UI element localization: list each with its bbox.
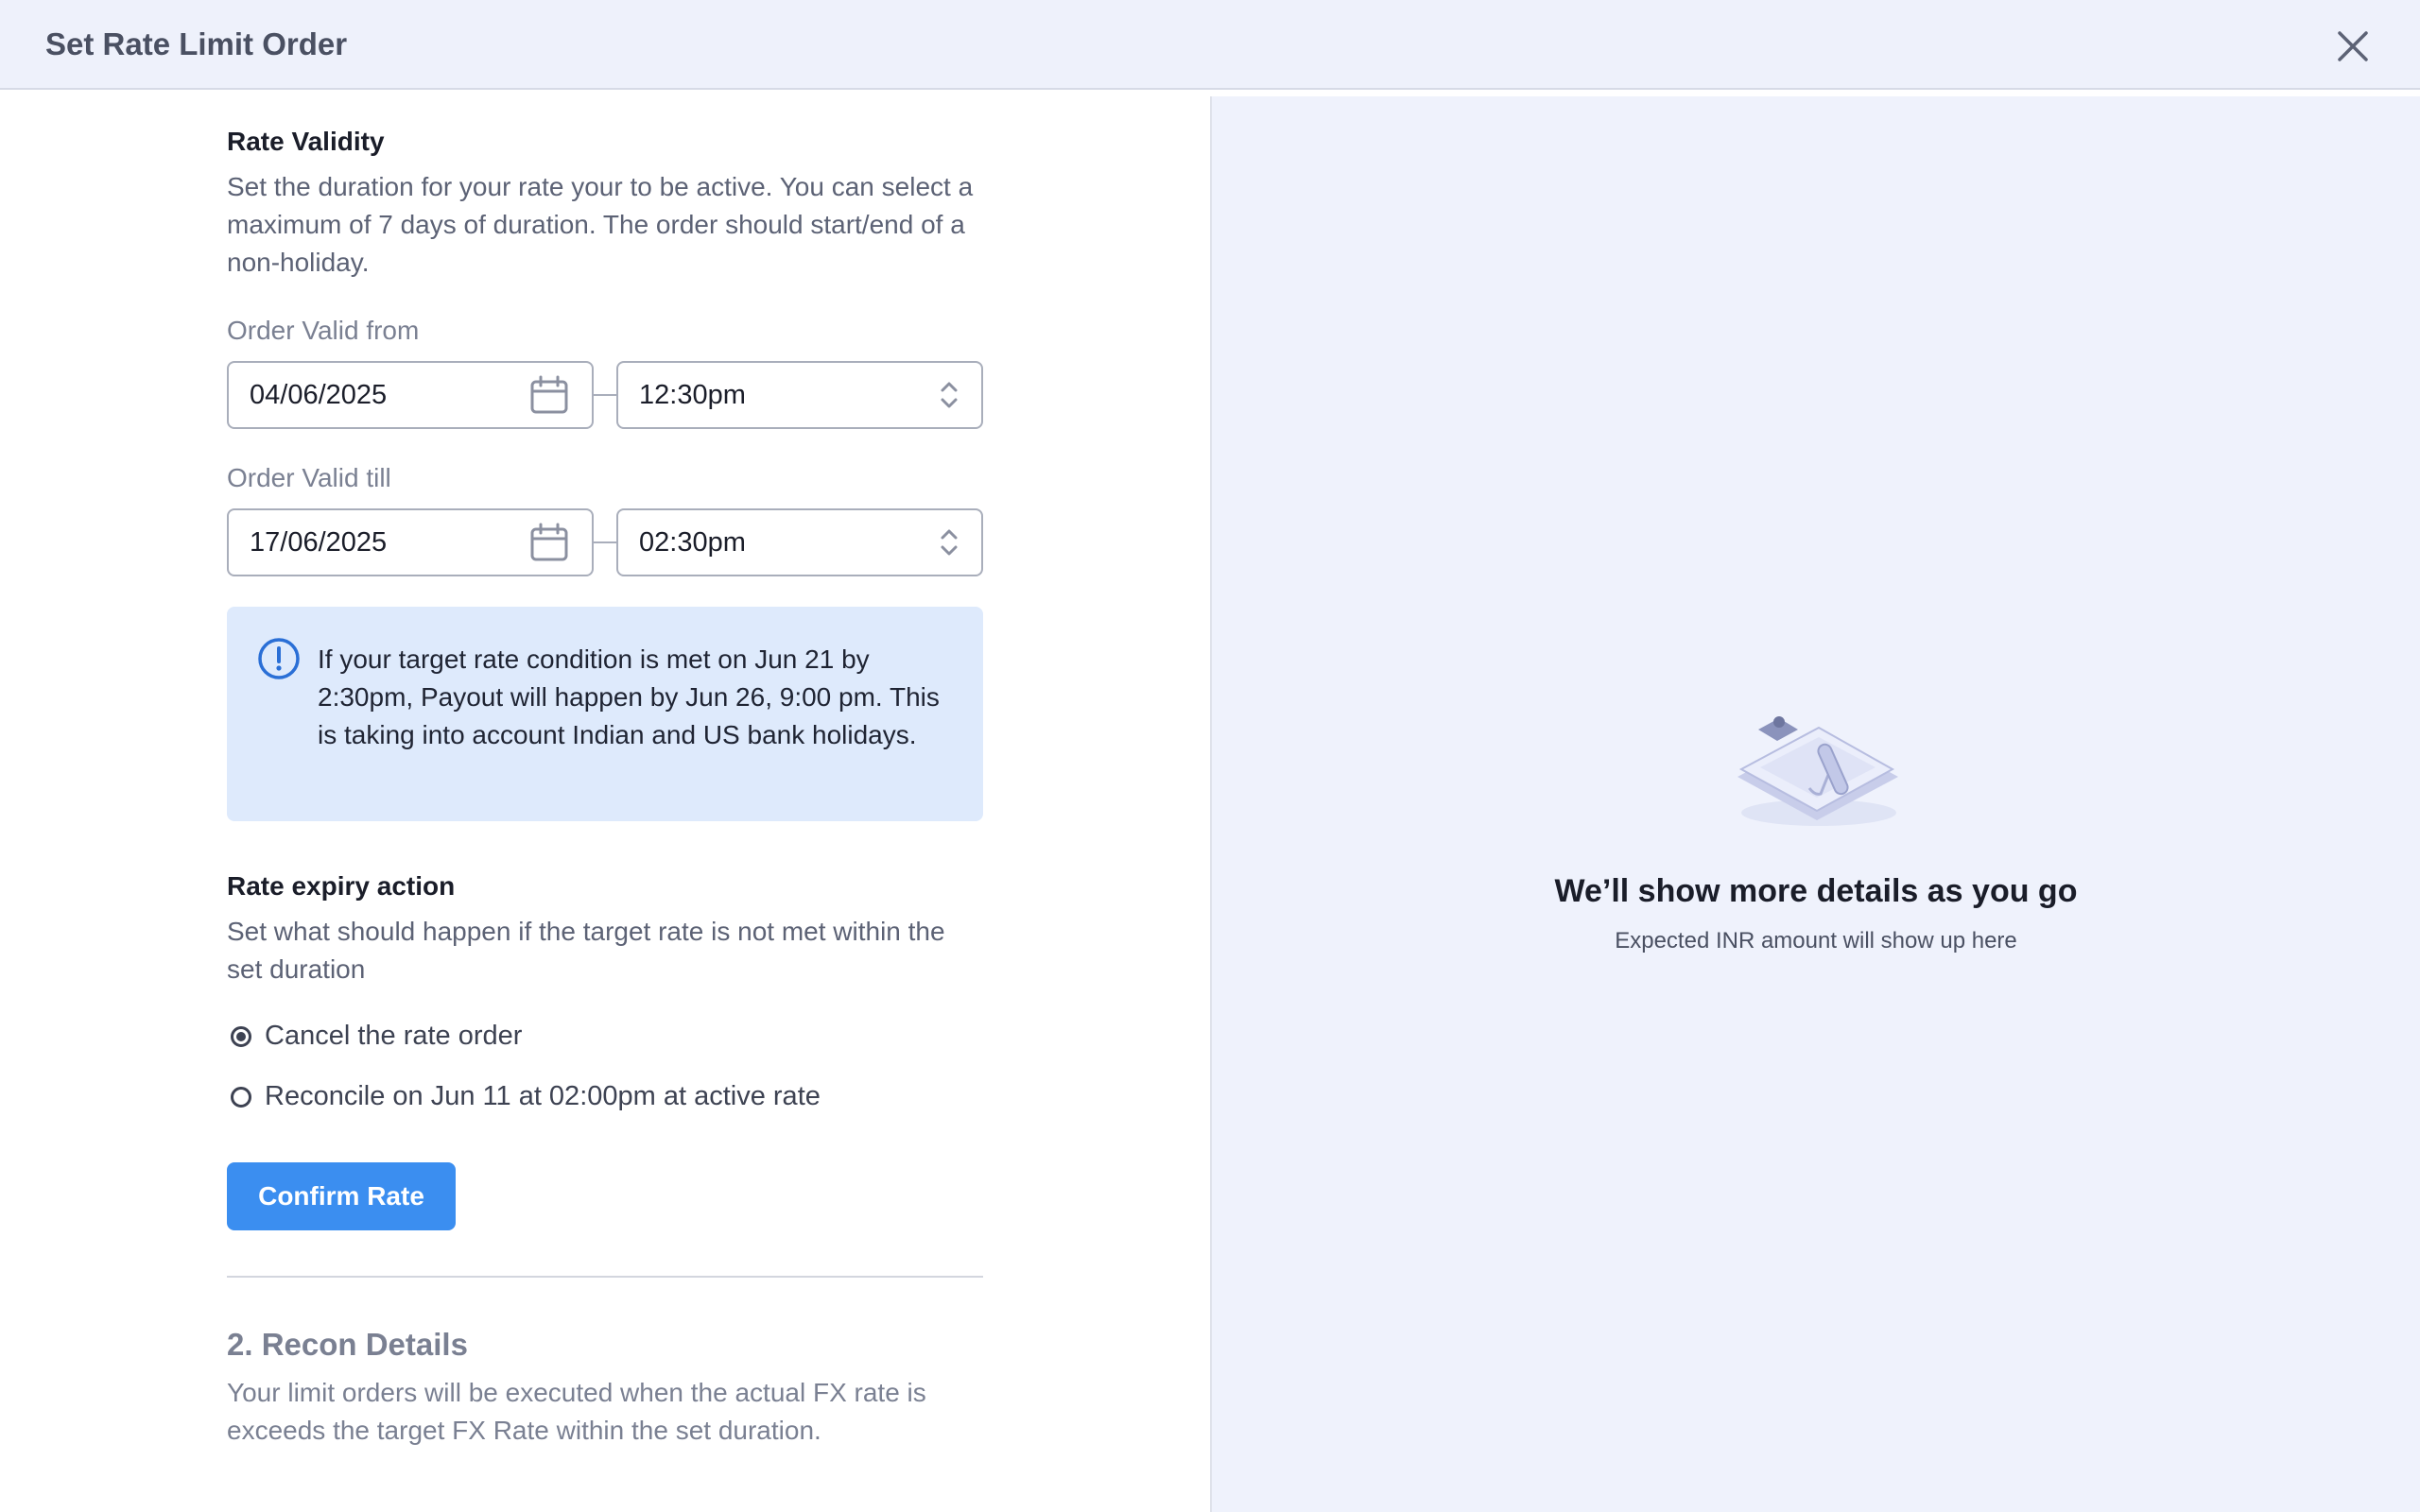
clipboard-illustration-icon xyxy=(1737,716,1898,826)
recon-details-description: Your limit orders will be executed when … xyxy=(227,1378,926,1445)
rate-validity-description: Set the duration for your rate your to b… xyxy=(227,172,974,277)
empty-state-title: We’ll show more details as you go xyxy=(1554,873,2078,909)
details-preview-pane: We’ll show more details as you go Expect… xyxy=(1212,96,2420,1512)
rate-expiry-description: Set what should happen if the target rat… xyxy=(227,917,945,984)
valid-from-time-value: 12:30pm xyxy=(639,379,746,410)
valid-from-date-value: 04/06/2025 xyxy=(250,379,388,410)
page-title: Set Rate Limit Order xyxy=(45,26,348,61)
valid-till-time-value: 02:30pm xyxy=(639,526,746,558)
valid-till-label: Order Valid till xyxy=(227,463,391,492)
section-divider xyxy=(227,1276,983,1278)
empty-state-subtitle: Expected INR amount will show up here xyxy=(1615,928,2017,954)
valid-till-date-value: 17/06/2025 xyxy=(250,526,388,558)
valid-till-date-input[interactable]: 17/06/2025 xyxy=(227,508,594,576)
rate-validity-title: Rate Validity xyxy=(227,127,385,156)
rate-expiry-title: Rate expiry action xyxy=(227,871,456,901)
info-icon xyxy=(258,638,300,679)
radio-label: Reconcile on Jun 11 at 02:00pm at active… xyxy=(265,1081,821,1111)
radio-selected-icon[interactable] xyxy=(231,1025,251,1047)
chevron-up-down-icon xyxy=(941,382,958,408)
valid-from-time-select[interactable]: 12:30pm xyxy=(616,361,983,429)
valid-from-date-input[interactable]: 04/06/2025 xyxy=(227,361,594,429)
radio-cancel-order[interactable]: Cancel the rate order xyxy=(227,1021,522,1052)
valid-till-time-select[interactable]: 02:30pm xyxy=(616,508,983,576)
range-connector xyxy=(594,394,616,396)
confirm-rate-button[interactable]: Confirm Rate xyxy=(227,1162,456,1230)
calendar-icon[interactable] xyxy=(529,375,569,415)
radio-label: Cancel the rate order xyxy=(265,1021,523,1051)
radio-unselected-icon[interactable] xyxy=(231,1086,251,1108)
payout-info-banner: If your target rate condition is met on … xyxy=(227,607,983,821)
calendar-icon[interactable] xyxy=(529,523,569,562)
close-button[interactable] xyxy=(2329,23,2377,70)
chevron-up-down-icon xyxy=(941,529,958,556)
modal-header: Set Rate Limit Order xyxy=(0,0,2420,90)
close-icon xyxy=(2338,31,2368,61)
range-connector xyxy=(594,541,616,543)
payout-info-text: If your target rate condition is met on … xyxy=(318,644,940,749)
recon-details-title: 2. Recon Details xyxy=(227,1327,468,1362)
radio-reconcile[interactable]: Reconcile on Jun 11 at 02:00pm at active… xyxy=(227,1081,821,1112)
valid-from-label: Order Valid from xyxy=(227,316,420,345)
